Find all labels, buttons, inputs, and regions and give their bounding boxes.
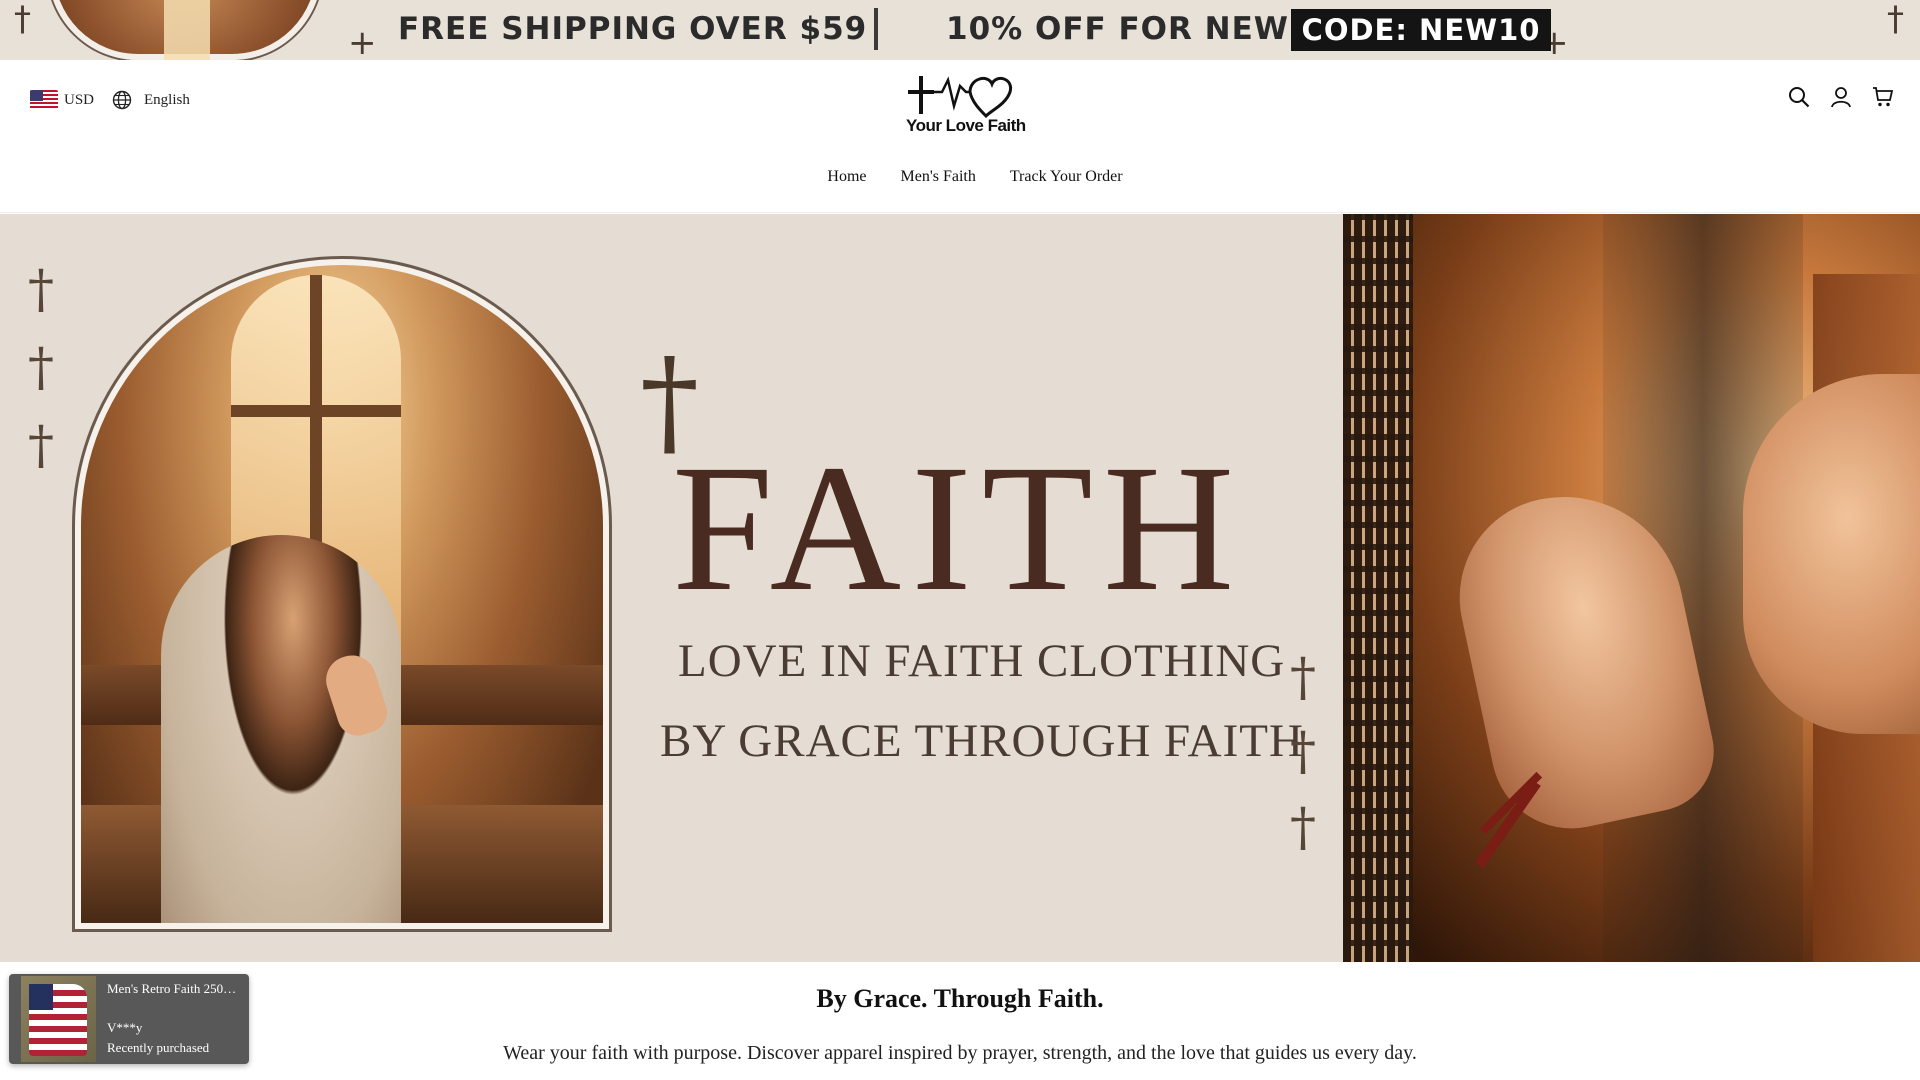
- globe-icon[interactable]: [112, 90, 132, 110]
- search-icon[interactable]: [1788, 86, 1810, 108]
- cross-icon: †: [1887, 0, 1904, 39]
- announcement-bar: † + + † FREE SHIPPING OVER $59 10% OFF F…: [0, 0, 1920, 60]
- cart-icon[interactable]: [1872, 86, 1894, 108]
- cross-icon: †: [14, 0, 31, 39]
- popup-product-title[interactable]: Men's Retro Faith 250…: [107, 981, 242, 997]
- currency-selector[interactable]: USD: [64, 92, 94, 109]
- discount-text: 10% OFF FOR NEW: [946, 11, 1289, 47]
- announcement-arch-image: [48, 0, 322, 60]
- hero-banner[interactable]: † † † † FAITH LOVE IN FAITH CLOTHING BY …: [0, 214, 1920, 962]
- header-actions: [1788, 86, 1894, 108]
- brand-logo-text[interactable]: Your Love Faith: [906, 116, 1026, 136]
- hero-subtitle-2: BY GRACE THROUGH FAITH: [660, 715, 1304, 767]
- hero-subtitle-1: LOVE IN FAITH CLOTHING: [678, 635, 1286, 687]
- hero-title: FAITH: [672, 428, 1245, 629]
- recent-purchase-popup[interactable]: Men's Retro Faith 250… V***y Recently pu…: [9, 974, 249, 1064]
- account-icon[interactable]: [1830, 86, 1852, 108]
- free-shipping-text: FREE SHIPPING OVER $59: [398, 11, 868, 47]
- cross-icon: †: [1290, 648, 1316, 708]
- us-flag-icon: [30, 90, 58, 110]
- intro-description: Wear your faith with purpose. Discover a…: [503, 1042, 1417, 1064]
- nav-item-mens-faith[interactable]: Men's Faith: [901, 168, 976, 186]
- nav-item-home[interactable]: Home: [827, 168, 866, 186]
- discount-code-badge: CODE: NEW10: [1291, 9, 1551, 51]
- cross-icon: †: [1290, 722, 1316, 782]
- language-selector[interactable]: English: [144, 92, 190, 109]
- cross-icon: †: [28, 260, 54, 320]
- praying-hands-rosary-image: [1343, 214, 1920, 962]
- cross-icon: †: [28, 338, 54, 398]
- popup-buyer: V***y: [107, 1020, 143, 1035]
- popup-status: Recently purchased: [107, 1040, 210, 1055]
- cross-icon: +: [348, 23, 377, 60]
- cross-icon: †: [28, 416, 54, 476]
- nav-item-track-order[interactable]: Track Your Order: [1010, 168, 1123, 186]
- praying-woman-image: [72, 256, 612, 932]
- site-header: USD English Your Love Faith Home Men's F…: [0, 60, 1920, 213]
- cross-icon: †: [1290, 798, 1316, 858]
- product-thumbnail[interactable]: [21, 976, 96, 1062]
- intro-heading: By Grace. Through Faith.: [816, 984, 1104, 1013]
- locale-selector: USD English: [30, 90, 190, 110]
- main-nav: Home Men's Faith Track Your Order: [0, 168, 1920, 186]
- announcement-divider: [874, 8, 878, 50]
